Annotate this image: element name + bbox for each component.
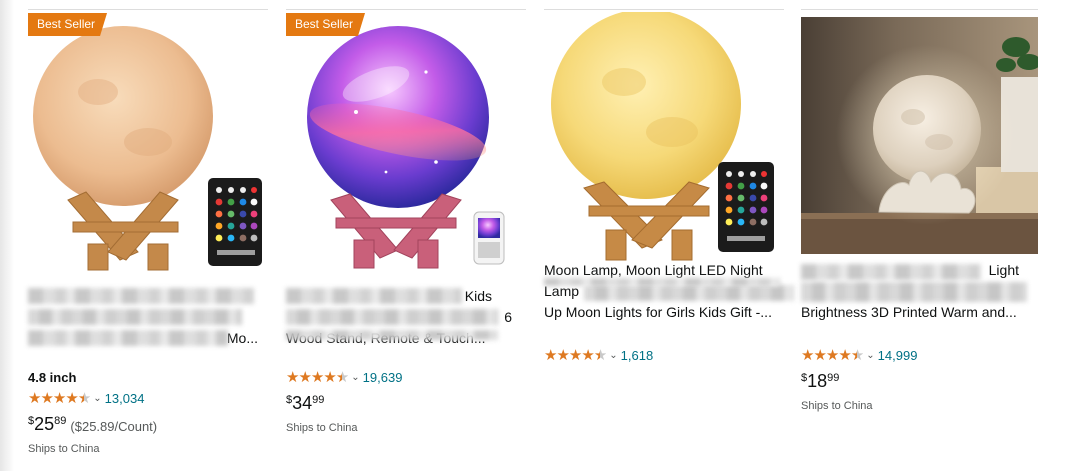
redacted-text: [28, 309, 242, 325]
product-card-3[interactable]: Moon Lamp, Moon Light LED Night Lamp Up …: [544, 0, 794, 471]
rating-row[interactable]: ★ ★ ★ ★ ★ ⌄ 14,999: [801, 346, 917, 364]
left-edge-shadow: [0, 0, 14, 471]
product-card-2[interactable]: Best Seller Kids 6 ★ ★ ★ ★ ★ ⌄ 19,639 $ …: [286, 0, 526, 471]
chevron-down-icon[interactable]: ⌄: [351, 372, 359, 383]
product-image[interactable]: [801, 17, 1038, 254]
product-card-1[interactable]: Best Seller Mo... 4.8 inch ★ ★ ★ ★ ★ ⌄ 1…: [28, 0, 268, 471]
card-divider: [801, 9, 1038, 10]
chevron-down-icon[interactable]: ⌄: [866, 350, 874, 361]
product-image[interactable]: [544, 12, 784, 274]
review-count-link[interactable]: 19,639: [363, 370, 403, 385]
title-line-3: Up Moon Lights for Girls Kids Gift -...: [544, 304, 772, 320]
redacted-text: [28, 330, 228, 346]
review-count-link[interactable]: 13,034: [105, 391, 145, 406]
redacted-text: [584, 285, 794, 301]
moon-lamp-photo: [801, 17, 1038, 254]
star-rating-icon[interactable]: ★ ★ ★ ★ ★: [28, 389, 91, 407]
star-rating-icon[interactable]: ★ ★ ★ ★ ★: [544, 346, 607, 364]
product-title[interactable]: Kids 6 Wood Stand, Remote & Touch...: [286, 286, 524, 349]
product-title[interactable]: Moon Lamp, Moon Light LED Night Lamp Up …: [544, 260, 794, 323]
size-label: 4.8 inch: [28, 370, 77, 385]
redacted-text: [544, 278, 780, 286]
price[interactable]: $ 34 99: [286, 393, 324, 415]
best-seller-badge[interactable]: Best Seller: [28, 13, 107, 36]
card-divider: [286, 9, 526, 10]
chevron-down-icon[interactable]: ⌄: [609, 350, 617, 361]
star-rating-icon[interactable]: ★ ★ ★ ★ ★: [801, 346, 864, 364]
shipping-info: Ships to China: [801, 400, 873, 412]
redacted-text: [286, 288, 462, 304]
redacted-text: [28, 288, 254, 304]
product-title[interactable]: Light Brightness 3D Printed Warm and...: [801, 260, 1039, 323]
shipping-info: Ships to China: [28, 443, 100, 455]
rating-row[interactable]: ★ ★ ★ ★ ★ ⌄ 1,618: [544, 346, 653, 364]
product-card-4[interactable]: Light Brightness 3D Printed Warm and... …: [801, 0, 1038, 471]
card-divider: [544, 9, 784, 10]
price[interactable]: $ 18 99: [801, 371, 839, 393]
redacted-text: [801, 282, 1027, 302]
star-rating-icon[interactable]: ★ ★ ★ ★ ★: [286, 368, 349, 386]
moon-lamp-image: [33, 26, 262, 271]
shipping-info: Ships to China: [286, 422, 358, 434]
unit-price: ($25.89/Count): [70, 419, 158, 434]
rating-row[interactable]: ★ ★ ★ ★ ★ ⌄ 13,034: [28, 389, 144, 407]
title-line-3: Brightness 3D Printed Warm and...: [801, 304, 1017, 320]
yellow-moon-lamp-image: [551, 12, 774, 261]
product-image[interactable]: [28, 12, 268, 274]
product-image[interactable]: [286, 12, 526, 274]
review-count-link[interactable]: 1,618: [621, 348, 654, 363]
best-seller-badge[interactable]: Best Seller: [286, 13, 365, 36]
redacted-text: [286, 330, 498, 340]
galaxy-moon-lamp-image: [307, 26, 505, 269]
rating-row[interactable]: ★ ★ ★ ★ ★ ⌄ 19,639: [286, 368, 402, 386]
chevron-down-icon[interactable]: ⌄: [93, 393, 101, 404]
price[interactable]: $ 25 89 ($25.89/Count): [28, 414, 157, 436]
redacted-text: [801, 264, 981, 280]
review-count-link[interactable]: 14,999: [878, 348, 918, 363]
card-divider: [28, 9, 268, 10]
product-title[interactable]: Mo...: [28, 286, 266, 349]
redacted-text: [286, 309, 498, 325]
